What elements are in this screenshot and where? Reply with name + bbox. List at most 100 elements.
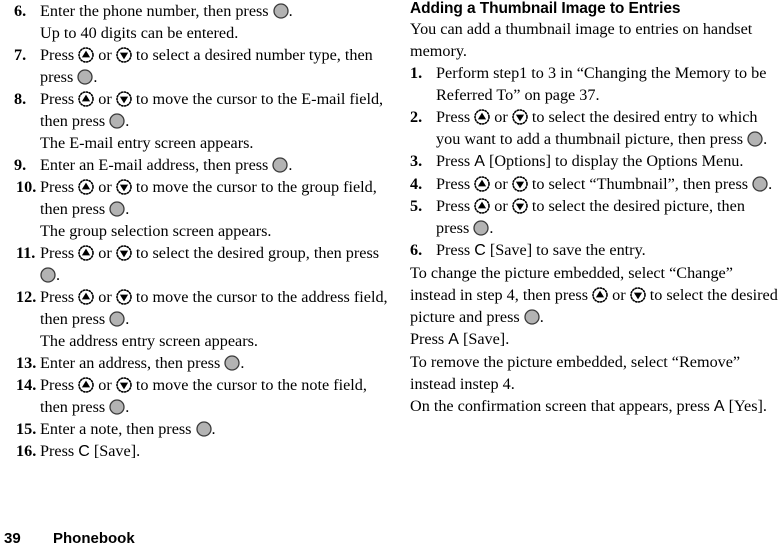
step-text: Press or to select the desired group, th… xyxy=(40,244,379,284)
text-run: or xyxy=(94,90,116,108)
step-text: Press or to select the desired entry to … xyxy=(436,108,767,148)
step-number: 2. xyxy=(410,108,423,126)
step-number: 8. xyxy=(14,90,27,108)
center-select-key-icon xyxy=(109,201,125,217)
step-text: Press or to move the cursor to the E-mai… xyxy=(40,90,383,130)
navigation-up-key-icon xyxy=(78,289,95,305)
right-column-body: You can add a thumbnail image to entries… xyxy=(404,18,782,418)
text-run: Enter a note, then press xyxy=(40,420,196,438)
step-number: 11. xyxy=(16,244,36,262)
text-run: . xyxy=(56,266,61,284)
text-run: Press xyxy=(40,90,79,108)
step-number: 13. xyxy=(16,354,37,372)
body-paragraph: On the confirmation screen that appears,… xyxy=(410,395,782,418)
center-select-key-icon xyxy=(224,355,240,371)
text-run: Enter an E-mail address, then press xyxy=(40,156,273,174)
text-run: Press xyxy=(436,152,475,170)
step-number: 15. xyxy=(16,420,37,438)
navigation-up-key-icon xyxy=(78,377,95,393)
text-run: . xyxy=(288,2,293,20)
navigation-down-key-icon xyxy=(629,287,646,303)
step-item: 11. Press or to select the desired group,… xyxy=(8,242,388,286)
body-paragraph: To change the picture embedded, select “… xyxy=(410,262,782,328)
step-number: 5. xyxy=(410,197,423,215)
step-text: Enter an address, then press . xyxy=(40,354,244,372)
step-note: Up to 40 digits can be entered. xyxy=(8,22,388,44)
step-text: Press or to select the desired picture, … xyxy=(436,197,745,237)
text-run: . xyxy=(125,310,130,328)
text-run: Up to 40 digits can be entered. xyxy=(40,24,239,42)
text-run: [Save]. xyxy=(458,330,510,348)
text-run: . xyxy=(768,175,773,193)
text-run: Press xyxy=(40,288,79,306)
text-run: Press xyxy=(436,175,475,193)
navigation-up-key-icon xyxy=(78,47,95,63)
text-run: to select the desired group, then press xyxy=(131,244,380,262)
soft-key-a-glyph: A xyxy=(713,398,725,415)
navigation-down-key-icon xyxy=(116,179,132,195)
text-run: Enter the phone number, then press xyxy=(40,2,273,20)
step-item: 12. Press or to move the cursor to the ad… xyxy=(8,286,388,330)
text-run: Press xyxy=(436,197,475,215)
text-run: Press xyxy=(40,178,79,196)
step-number: 7. xyxy=(14,46,27,64)
step-number: 9. xyxy=(14,156,27,174)
center-select-key-icon xyxy=(40,267,56,283)
text-run: or xyxy=(94,376,116,394)
step-item: 13. Enter an address, then press . xyxy=(8,352,388,374)
text-run: [Options] to display the Options Menu. xyxy=(484,152,744,170)
step-item: 14. Press or to move the cursor to the no… xyxy=(8,374,388,418)
step-item: 4. Press or to select “Thumbnail”, then p… xyxy=(404,173,782,195)
text-run: [Save] to save the entry. xyxy=(485,241,646,259)
text-run: or xyxy=(94,46,116,64)
step-item: 9. Enter an E-mail address, then press . xyxy=(8,154,388,176)
text-run: Press xyxy=(40,376,79,394)
text-run: To remove the picture embedded, select “… xyxy=(410,353,741,393)
step-text: Perform step1 to 3 in “Changing the Memo… xyxy=(436,64,766,104)
step-number: 10. xyxy=(16,178,37,196)
step-item: 5. Press or to select the desired picture… xyxy=(404,195,782,239)
step-note: The group selection screen appears. xyxy=(8,220,388,242)
center-select-key-icon xyxy=(109,311,125,327)
text-run: . xyxy=(211,420,216,438)
step-number: 4. xyxy=(410,175,423,193)
text-run: or xyxy=(94,244,116,262)
navigation-down-key-icon xyxy=(512,198,528,214)
step-item: 8. Press or to move the cursor to the E-m… xyxy=(8,88,388,132)
step-number: 14. xyxy=(16,376,37,394)
text-run: . xyxy=(763,130,768,148)
text-run: or xyxy=(94,178,116,196)
text-run: or xyxy=(490,197,512,215)
step-number: 3. xyxy=(410,152,423,170)
center-select-key-icon xyxy=(273,3,289,19)
text-run: Press xyxy=(410,330,449,348)
text-run: or xyxy=(94,288,116,306)
step-item: 6. Enter the phone number, then press . xyxy=(8,0,388,22)
step-number: 6. xyxy=(410,241,423,259)
body-paragraph: You can add a thumbnail image to entries… xyxy=(410,18,782,62)
text-run: Perform step1 to 3 in “Changing the Memo… xyxy=(436,64,767,104)
navigation-down-key-icon xyxy=(116,245,132,261)
step-text: Press or to select “Thumbnail”, then pre… xyxy=(436,175,772,193)
text-run: Press xyxy=(436,241,475,259)
step-note: The address entry screen appears. xyxy=(8,330,388,352)
text-run: . xyxy=(125,200,130,218)
navigation-down-key-icon xyxy=(116,47,132,63)
center-select-key-icon xyxy=(195,421,212,437)
navigation-up-key-icon xyxy=(78,245,95,261)
navigation-down-key-icon xyxy=(512,109,528,125)
text-run: Press xyxy=(40,46,79,64)
text-run: Press xyxy=(436,108,475,126)
soft-key-a-glyph: A xyxy=(474,153,485,170)
navigation-up-key-icon xyxy=(474,109,491,125)
center-select-key-icon xyxy=(473,220,489,236)
soft-key-a-glyph: A xyxy=(448,331,459,348)
center-select-key-icon xyxy=(109,399,125,415)
text-run: Enter an address, then press xyxy=(40,354,225,372)
step-item: 10. Press or to move the cursor to the gr… xyxy=(8,176,388,220)
text-run: The group selection screen appears. xyxy=(40,222,272,240)
step-text: Press C [Save] to save the entry. xyxy=(436,241,646,259)
text-run: to select “Thumbnail”, then press xyxy=(527,175,753,193)
text-run: or xyxy=(490,175,512,193)
text-run: or xyxy=(490,108,512,126)
